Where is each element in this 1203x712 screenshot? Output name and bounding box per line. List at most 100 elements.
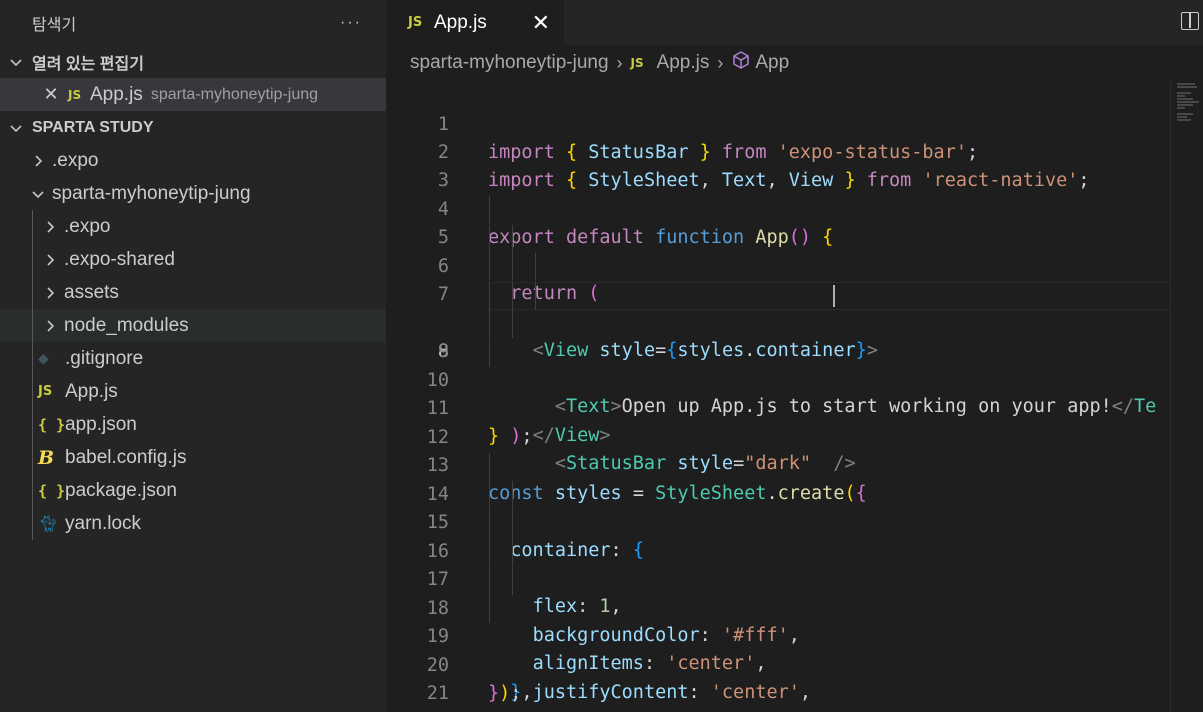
chevron-right-icon: › [717,52,724,73]
code-line: 3 [386,139,1170,191]
explorer-title: 탐색기 [32,16,77,34]
line-number: 21 [426,683,449,704]
js-file-icon: JS [630,56,644,70]
code-line: 21 [386,652,1170,704]
tree-item-label: sparta-myhoneytip-jung [52,182,251,204]
indent-guide [32,243,33,276]
indent-guide [489,595,490,623]
minimap-line [1177,101,1199,103]
tab-app-js[interactable]: JS App.js ✕ [386,0,564,45]
breadcrumb-symbol[interactable]: App [755,52,789,74]
open-editor-name: App.js [90,83,143,105]
tree-item-file[interactable]: 🐈︎ yarn.lock [0,507,386,540]
more-actions-icon[interactable]: ··· [340,14,362,32]
code-line: 15 flex: 1, [386,481,1170,617]
split-editor-icon[interactable] [1181,12,1199,30]
close-icon[interactable]: ✕ [532,10,550,36]
code-line: 4 export default function App() { [386,168,1170,248]
tree-item-file[interactable]: { } app.json [0,408,386,441]
indent-guide [32,408,33,441]
text-cursor [833,285,835,307]
indent-guide [512,538,513,566]
indent-guide [32,507,33,540]
open-editors-section-header[interactable]: 열려 있는 편집기 [0,45,386,78]
code-line: 10 ); [386,339,1170,447]
indent-guide [32,309,33,342]
code-line: 17 alignItems: 'center', [386,538,1170,674]
code-editor[interactable]: 1 import { StatusBar } from 'expo-status… [386,81,1170,712]
minimap-line [1177,113,1193,115]
indent-guide [32,474,33,507]
breadcrumb: sparta-myhoneytip-jung › JS App.js › App [386,45,1203,81]
tree-item-file[interactable]: B babel.config.js [0,441,386,474]
code-line: 7 <Text>Open up App.js to start working … [386,253,1170,417]
chevron-down-icon [30,186,46,202]
indent-guide [489,253,490,281]
tree-item-label: yarn.lock [65,512,142,534]
tree-item-folder[interactable]: .expo-shared [0,243,386,276]
close-editor-icon[interactable]: ✕ [38,84,64,105]
code-line: 9 </View> [386,310,1170,446]
tree-item-label: .expo-shared [64,248,175,270]
chevron-right-icon [42,219,58,235]
chevron-right-icon [42,252,58,268]
tree-item-label: App.js [65,380,118,402]
tree-item-folder[interactable]: .expo [0,144,386,177]
indent-guide [512,567,513,595]
minimap-line [1177,107,1185,109]
code-line: 16 backgroundColor: '#fff', [386,510,1170,646]
tree-item-label: node_modules [64,314,189,336]
indent-guide [489,538,490,566]
indent-guide [535,253,536,281]
code-line: 5 return ( [386,196,1170,304]
current-line-highlight [488,282,1170,310]
indent-guide [535,282,536,310]
indent-guide [32,210,33,243]
open-editor-item[interactable]: ✕ JS App.js sparta-myhoneytip-jung [0,78,386,111]
indent-guide [489,196,490,224]
git-icon: ◆ [38,350,49,366]
indent-guide [32,441,33,474]
code-line: 6 <View style={styles.container}> [386,225,1170,361]
tab-label: App.js [434,11,487,33]
indent-guide [489,310,490,338]
chevron-right-icon [42,318,58,334]
indent-guide [32,375,33,408]
minimap-line [1177,95,1185,97]
tree-item-folder[interactable]: node_modules [0,309,386,342]
code-line: 12 [386,396,1170,448]
code-line: 13 const styles = StyleSheet.create({ [386,424,1170,504]
indent-guide [489,282,490,310]
tree-item-label: .expo [52,149,99,171]
code-text: justifyContent: 'center', [532,682,812,703]
open-editors-label: 열려 있는 편집기 [32,55,144,73]
json-file-icon: { } [38,481,66,500]
js-file-icon: JS [68,87,82,102]
tree-item-folder[interactable]: .expo [0,210,386,243]
tree-item-label: .gitignore [65,347,144,369]
code-line-active: 8 <StatusBar style="dark" /> [386,282,1170,474]
workspace-label: SPARTA STUDY [32,118,154,136]
tree-item-folder[interactable]: assets [0,276,386,309]
tree-item-file[interactable]: JS App.js [0,375,386,408]
indent-guide [512,510,513,538]
code-text: }); [488,683,522,704]
chevron-right-icon [42,285,58,301]
minimap-line [1177,83,1195,85]
workspace-section-header[interactable]: SPARTA STUDY [0,111,386,144]
tree-item-label: .expo [64,215,111,237]
minimap[interactable] [1170,81,1203,712]
code-line: 11 } [386,367,1170,447]
breadcrumb-folder[interactable]: sparta-myhoneytip-jung [410,52,609,74]
open-editor-description: sparta-myhoneytip-jung [150,85,319,103]
indent-guide [32,276,33,309]
explorer-header: 탐색기 ··· [0,0,386,45]
code-line: 14 container: { [386,453,1170,561]
tree-item-folder[interactable]: sparta-myhoneytip-jung [0,177,386,210]
tree-item-file[interactable]: { } package.json [0,474,386,507]
indent-guide [512,282,513,310]
tree-item-label: assets [64,281,119,303]
indent-guide [489,567,490,595]
tree-item-file[interactable]: ◆ .gitignore [0,342,386,375]
breadcrumb-file[interactable]: App.js [657,52,710,74]
